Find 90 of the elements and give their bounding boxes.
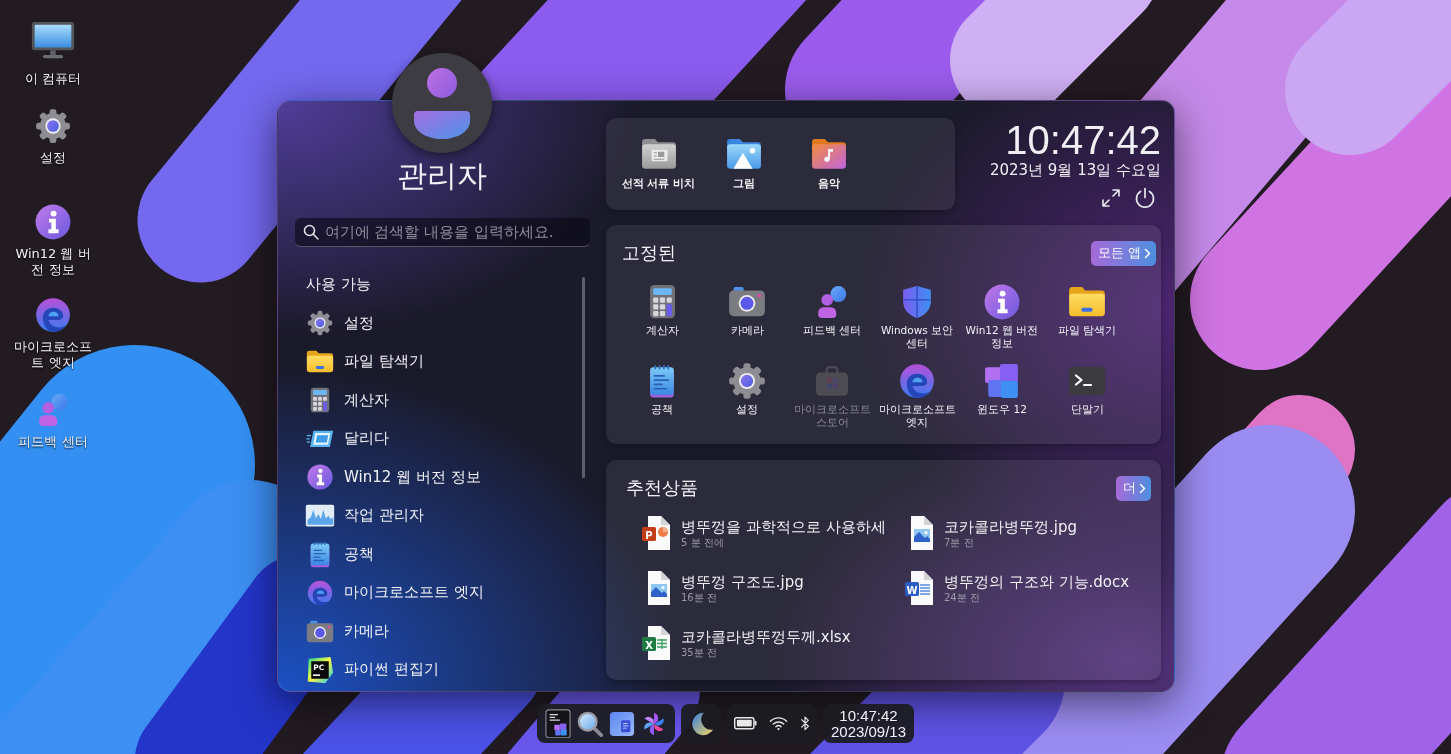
wifi-icon[interactable] [768,716,788,731]
app-list-item[interactable]: Win12 웹 버전 정보 [305,458,485,497]
more-button[interactable]: 더 [1116,475,1151,501]
calculator-icon [648,284,676,320]
app-list-item[interactable]: 설정 [305,304,378,343]
file-time: 5 분 전에 [681,537,724,549]
info-icon [307,464,333,491]
pinned-app[interactable]: 설정 [704,362,790,441]
file-name[interactable]: 병뚜껑의 구조와 기능.docx [944,572,1130,592]
swirl-logo-icon [35,297,71,333]
folder-icon [1068,286,1106,318]
section-heading: 사용 가능 [306,274,371,294]
document-folder-icon [640,137,677,170]
card-title: 고정된 [622,241,676,265]
file-time: 24분 전 [944,592,980,604]
search-icon[interactable] [576,710,603,737]
scrollbar-thumb[interactable] [582,277,585,478]
terminal-icon [1068,366,1106,396]
battery-icon[interactable] [733,717,757,730]
search-field[interactable]: 여기에 검색할 내용을 입력하세요. [294,218,590,247]
gear-icon [307,310,333,337]
file-time: 7분 전 [944,537,974,549]
gear-icon [728,362,766,400]
file-time: 16분 전 [681,592,717,604]
desktop-shortcut[interactable]: 이 컴퓨터 [10,20,96,106]
start-icon[interactable] [544,708,571,739]
folder-icon [306,350,334,374]
app-list-item[interactable]: 파일 탐색기 [305,342,428,381]
swirl-logo-icon [307,579,333,606]
tilted-screen-icon [306,428,334,449]
search-icon [302,224,319,240]
user-avatar-icon [392,53,492,153]
file-name[interactable]: 코카콜라병뚜껑.jpg [944,517,1077,537]
chevron-right-icon [1139,482,1146,494]
expand-icon[interactable] [1101,188,1121,208]
desktop-shortcut[interactable]: 설정 [10,106,96,202]
swirl-logo-icon [899,363,935,399]
power-icon[interactable] [1134,187,1156,209]
clock-time: 10:47:42 [1005,118,1161,162]
info-icon [35,204,71,240]
notepad-icon [648,363,676,399]
pinned-app[interactable]: 공책 [619,362,705,441]
folder-shortcut[interactable]: 선적 서류 비치 [616,137,701,191]
file-name[interactable]: 코카콜라병뚜껑두께.xlsx [681,627,851,647]
app-list-item[interactable]: 작업 관리자 [305,496,428,535]
app-list-item[interactable]: 계산자 [305,381,393,420]
pinned-app[interactable]: Windows 보안 센터 [874,283,960,362]
monitor-icon [31,20,75,60]
chevron-right-icon [1144,247,1151,259]
person-bubble-icon [815,285,849,319]
app-list-item[interactable]: 달리다 [305,419,393,458]
pinned-app[interactable]: 카메라 [704,283,790,362]
file-time: 35분 전 [681,647,717,659]
note-app-icon[interactable] [608,710,635,737]
file-name[interactable]: 병뚜껑을 과학적으로 사용하세 [681,517,886,537]
pinned-app[interactable]: Win12 웹 버전 정보 [959,283,1045,362]
music-folder-icon [810,137,847,170]
app-list-item[interactable]: 카메라 [305,612,393,651]
pinned-app[interactable]: 파일 탐색기 [1044,283,1130,362]
app-list-item[interactable]: 마이크로소프트 엣지 [305,573,488,612]
pinned-app[interactable]: 피드백 센터 [789,283,875,362]
desktop-shortcut[interactable]: Win12 웹 버전 정보 [10,202,96,295]
taskbar-date[interactable]: 2023/09/13 [830,723,907,740]
file-name[interactable]: 병뚜껑 구조도.jpg [681,572,804,592]
info-icon [984,284,1020,320]
line-chart-icon [305,504,335,528]
shield-icon [901,284,933,320]
desktop-shortcut[interactable]: 마이크로소프트 엣지 [10,295,96,390]
tiles-logo-icon [984,363,1020,399]
camera-icon [306,619,334,643]
shopping-bag-icon [815,365,849,397]
gear-icon [35,108,71,144]
notepad-icon [309,540,331,568]
pinned-app[interactable]: 윈도우 12 [959,362,1045,441]
app-list-item[interactable]: 공책 [305,535,378,574]
calculator-icon [310,387,330,414]
clock-date: 2023년 9월 13일 수요일 [989,160,1161,180]
bluetooth-icon[interactable] [799,715,810,732]
pinned-app[interactable]: 마이크로소프트 엣지 [874,362,960,441]
all-apps-button[interactable]: 모든 앱 [1090,240,1156,266]
folder-shortcut[interactable]: 그림 [701,137,786,191]
camera-icon [728,286,766,318]
pinned-app[interactable]: 계산자 [619,283,705,362]
person-bubble-icon [36,393,70,427]
user-name: 관리자 [397,158,487,194]
picture-folder-icon [725,137,762,170]
pinned-app[interactable]: 단말기 [1044,362,1130,441]
taskbar-time[interactable]: 10:47:42 [839,707,898,724]
card-title: 추천상품 [626,476,698,500]
folder-shortcut[interactable]: 음악 [786,137,871,191]
